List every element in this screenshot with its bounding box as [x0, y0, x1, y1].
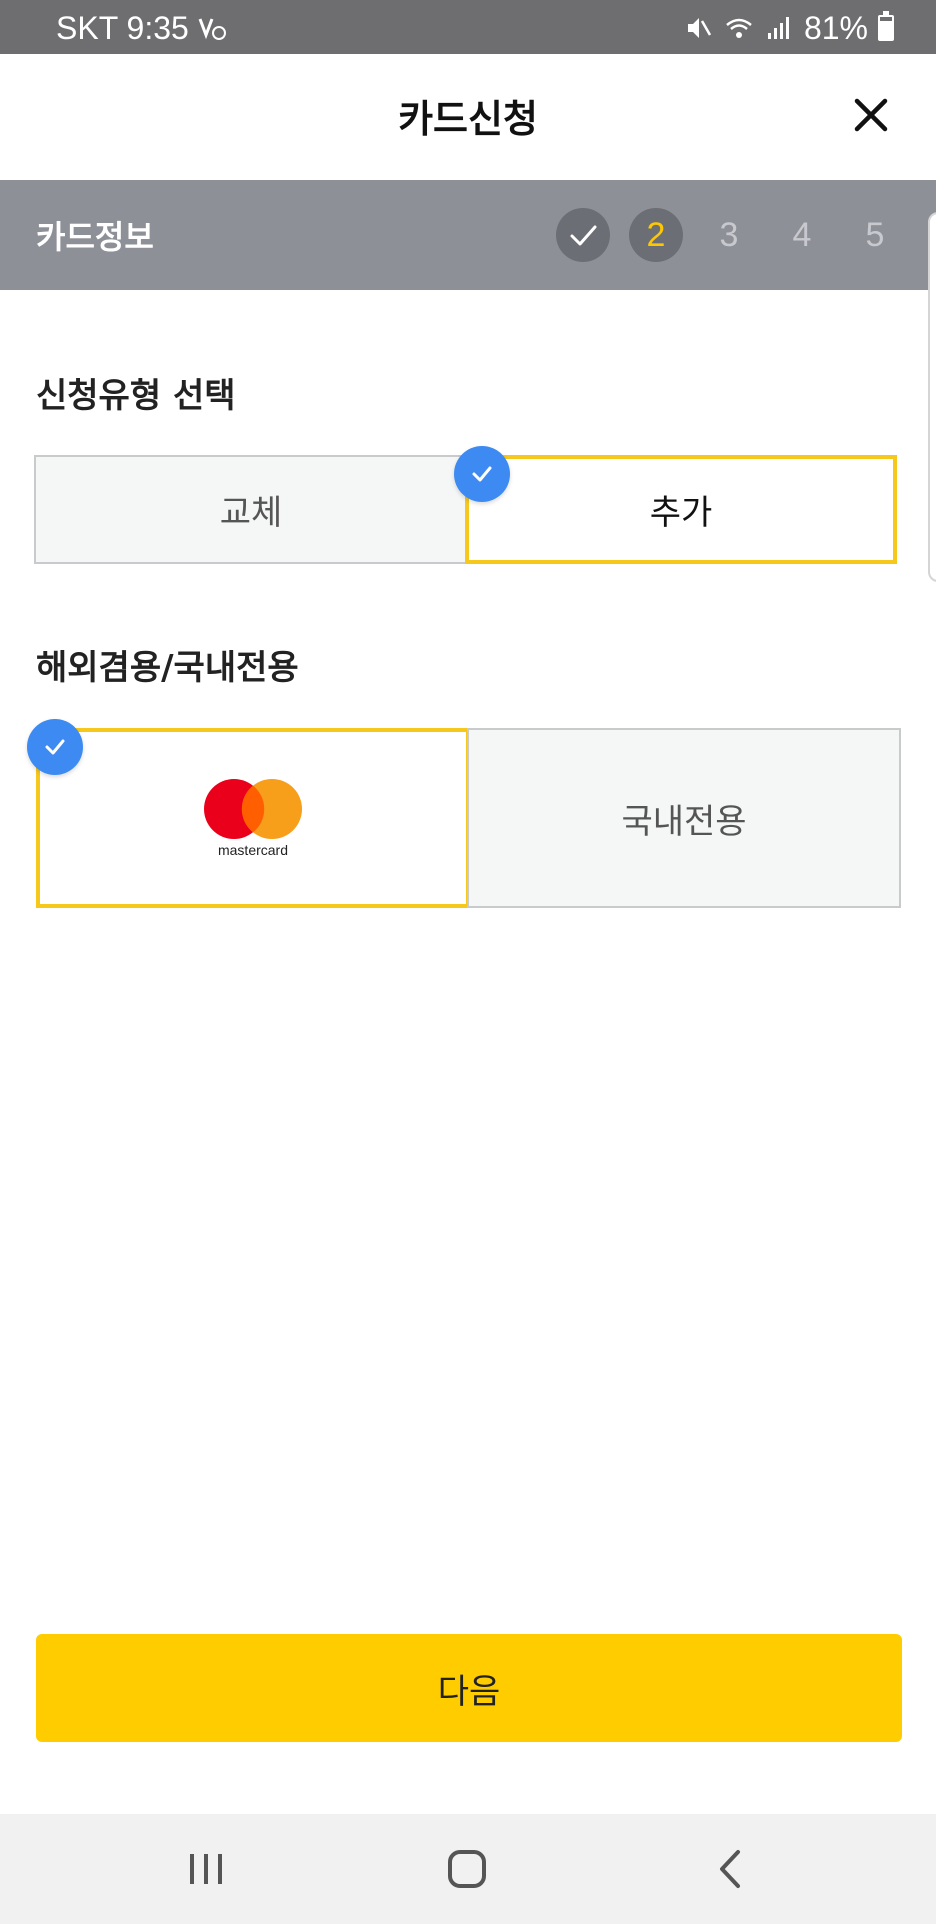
navigation-bar: [0, 1814, 936, 1924]
status-right: 81%: [684, 8, 894, 48]
replace-option-label: 교체: [219, 493, 283, 533]
domestic-only-option[interactable]: 국내전용: [467, 728, 901, 908]
carrier-time: SKT 9:35: [56, 10, 189, 46]
domestic-only-label: 국내전용: [621, 801, 747, 842]
mute-icon: [687, 18, 712, 38]
battery-icon: [878, 11, 894, 41]
back-button[interactable]: [700, 1844, 760, 1894]
back-icon: [720, 1850, 740, 1888]
home-button[interactable]: [437, 1844, 497, 1894]
close-button[interactable]: [846, 90, 896, 140]
add-option-label: 추가: [649, 493, 713, 533]
selected-check-badge: [454, 446, 510, 502]
edge-panel-handle[interactable]: [928, 212, 936, 582]
check-icon: [45, 739, 65, 755]
next-button[interactable]: 다음: [36, 1634, 902, 1742]
status-bar: SKT 9:35 81%: [0, 0, 936, 54]
app-header: 카드신청: [0, 54, 936, 182]
step-progress-bar: 카드정보 2 3 4 5: [0, 180, 936, 290]
volte-icon: [198, 18, 226, 40]
step-5: 5: [865, 215, 885, 254]
wifi-icon: [726, 18, 752, 38]
application-type-title: 신청유형 선택: [36, 376, 236, 416]
mastercard-logo: mastercard: [203, 778, 303, 858]
recent-apps-icon: [190, 1854, 222, 1884]
usage-type-title: 해외겸용/국내전용: [36, 648, 299, 688]
step-4: 4: [792, 215, 812, 254]
replace-option[interactable]: 교체: [34, 455, 468, 564]
step-2-current: 2: [629, 208, 683, 262]
mastercard-wordmark: mastercard: [217, 842, 289, 858]
mastercard-circles-icon: [204, 779, 302, 839]
home-icon: [448, 1850, 486, 1888]
page-title: 카드신청: [398, 97, 538, 141]
check-icon: [472, 466, 492, 482]
mastercard-option[interactable]: mastercard: [36, 728, 470, 908]
status-left: SKT 9:35: [56, 8, 227, 48]
recent-apps-button[interactable]: [176, 1844, 236, 1894]
close-icon: [854, 98, 888, 132]
signal-icon: [767, 17, 789, 39]
step-1-done: [556, 208, 610, 262]
battery-percent: 81%: [803, 10, 868, 46]
check-icon: [570, 225, 597, 246]
selected-check-badge: [27, 719, 83, 775]
add-option[interactable]: 추가: [465, 455, 897, 564]
step-3: 3: [719, 215, 739, 254]
step-title: 카드정보: [36, 218, 154, 256]
